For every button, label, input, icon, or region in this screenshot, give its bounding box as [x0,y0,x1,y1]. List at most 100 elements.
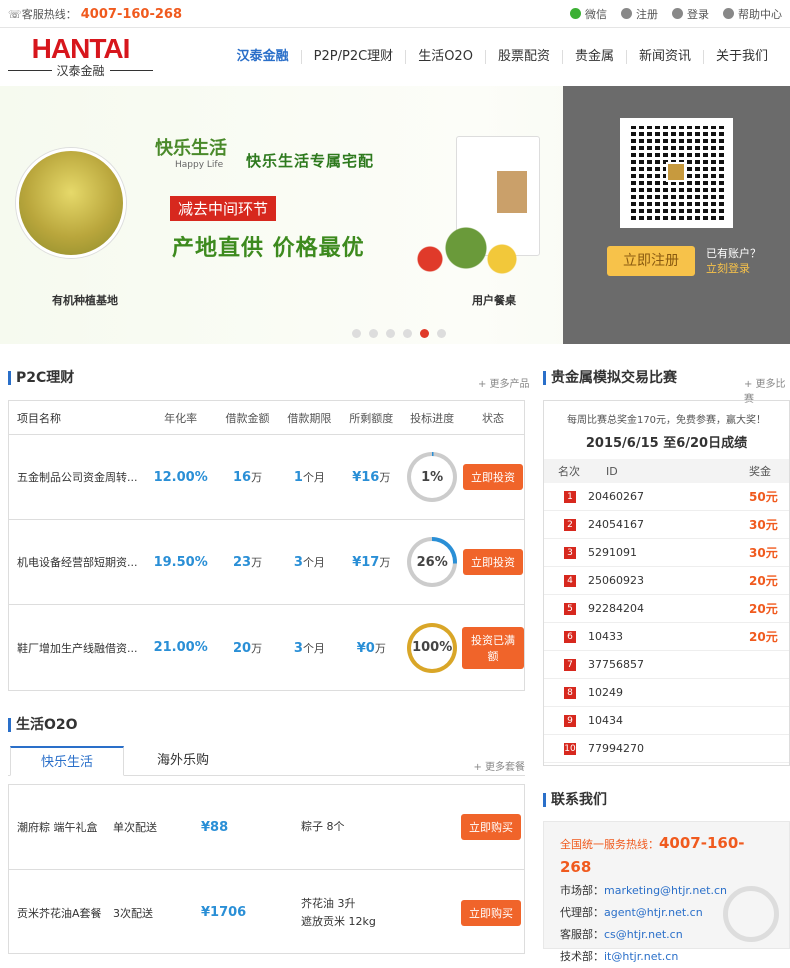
loan-term: 3个月 [278,554,340,570]
progress-cell: 26% [402,537,462,587]
package-content: 粽子 8个 [301,818,451,836]
contest-info: 每周比赛总奖金170元，免费参赛，赢大奖！ [566,415,767,426]
col-term: 借款期限 [287,411,332,425]
table-row[interactable]: 五金制品公司资金周转... 12.00% 16万 1个月 ¥16万 1% 立即投… [9,435,524,520]
phone-icon: ☏ [8,7,22,21]
nav-home[interactable]: 汉泰金融 [225,50,301,64]
email-link[interactable]: marketing@htjr.net.cn [604,884,727,897]
login-hint: 已有账户？ 立刻登录 [706,246,761,276]
col-rank: 名次 [558,465,580,478]
col-status: 状态 [482,411,505,425]
full-invested-button[interactable]: 投资已满额 [462,626,524,669]
help-link[interactable]: 帮助中心 [723,6,782,22]
table-row[interactable]: 机电设备经营部短期资... 19.50% 23万 3个月 ¥17万 26% 立即… [9,520,524,605]
term-unit: 个月 [302,641,325,655]
nav-o2o[interactable]: 生活O2O [405,50,485,64]
tab-overseas[interactable]: 海外乐购 [138,746,228,776]
email-link[interactable]: it@htjr.net.cn [604,950,678,963]
logo[interactable]: HANTAI 汉泰金融 [8,32,154,79]
carousel-dot[interactable] [403,329,412,338]
login-now-link[interactable]: 立刻登录 [706,261,761,276]
remain-value: ¥0 [356,640,375,656]
register-button[interactable]: 立即注册 [607,246,695,276]
carousel-dots [352,329,446,338]
banner[interactable]: 有机种植基地 快乐生活 Happy Life 快乐生活专属宅配 减去中间环节 产地… [0,86,790,344]
ranking-row: 10 77994270 [544,735,789,763]
table-row[interactable]: 鞋厂增加生产线融借资... 21.00% 20万 3个月 ¥0万 100% 投资… [9,605,524,690]
progress-text: 26% [411,541,454,583]
invest-button[interactable]: 立即投资 [463,549,524,575]
o2o-section-title: 生活O2O [8,718,78,732]
annual-rate: 21.00% [153,640,208,655]
nav-news[interactable]: 新闻资讯 [625,50,703,64]
buy-button[interactable]: 立即购买 [461,899,521,926]
annual-rate: 12.00% [153,469,208,485]
package-name[interactable]: 贡米芥花油A套餐 [9,905,113,921]
lock-icon [672,8,683,19]
progress-cell: 100% [402,622,462,673]
content-line: 芥花油 3升 [301,896,356,910]
list-item[interactable]: 贡米芥花油A套餐 3次配送 ¥1706 芥花油 3升 遮放贡米 12kg 立即购买 [9,870,524,955]
more-packages-link[interactable]: + 更多套餐 [473,758,525,773]
top-bar: ☏客服热线： 4007-160-268 微信 注册 登录 帮助中心 [0,0,790,28]
remain-unit: 万 [379,556,391,569]
tab-happy-life[interactable]: 快乐生活 [10,746,124,776]
col-amount: 借款金额 [225,411,270,425]
wechat-icon [570,8,581,19]
project-name[interactable]: 鞋厂增加生产线融借资... [9,640,145,656]
contact-hotline-label: 全国统一服务热线： [560,838,659,851]
status-cell: 立即投资 [462,464,524,490]
player-id: 10434 [588,714,623,727]
list-item[interactable]: 潮府粽 端午礼盒 单次配送 ¥88 粽子 8个 立即购买 [9,785,524,870]
amount-unit: 万 [251,471,263,484]
project-name[interactable]: 机电设备经营部短期资... [9,554,145,570]
term-value: 3 [293,640,303,656]
ranking-row: 8 10249 [544,679,789,707]
rank-badge: 8 [564,686,576,699]
logo-en: HANTAI [31,32,131,64]
nav-metal[interactable]: 贵金属 [561,50,626,64]
package-name[interactable]: 潮府粽 端午礼盒 [9,819,113,835]
nav-stock[interactable]: 股票配资 [484,50,562,64]
amount-value: 16 [233,470,252,485]
register-panel: 立即注册 已有账户？ 立刻登录 [563,86,790,344]
register-label: 注册 [636,7,658,21]
nav-p2p[interactable]: P2P/P2C理财 [300,50,406,64]
register-link[interactable]: 注册 [621,6,658,22]
carousel-dot[interactable] [437,329,446,338]
email-link[interactable]: agent@htjr.net.cn [604,906,703,919]
more-products-link[interactable]: + 更多产品 [478,375,530,390]
rank-badge: 5 [564,602,576,615]
carousel-dot[interactable] [386,329,395,338]
player-id: 92284204 [588,602,644,615]
banner-headline: 快乐生活专属宅配 [246,152,375,170]
ranking-row: 3 5291091 30元 [544,539,789,567]
ranking-row: 2 24054167 30元 [544,511,789,539]
carousel-dot-active[interactable] [420,329,429,338]
o2o-tabs: 快乐生活 海外乐购 + 更多套餐 [8,746,525,776]
amount-unit: 万 [251,641,263,655]
player-id: 24054167 [588,518,644,531]
login-link[interactable]: 登录 [672,6,709,22]
hotline-number: 4007-160-268 [80,6,183,22]
telephone-icon [723,886,779,942]
has-account-text: 已有账户？ [706,247,761,260]
wechat-link[interactable]: 微信 [570,6,607,22]
buy-button[interactable]: 立即购买 [461,814,521,840]
carousel-dot[interactable] [369,329,378,338]
col-id: ID [606,464,618,478]
carousel-dot[interactable] [352,329,361,338]
dept-label: 代理部： [560,906,604,919]
col-remain: 所剩额度 [349,411,394,425]
invest-button[interactable]: 立即投资 [463,464,524,490]
project-name[interactable]: 五金制品公司资金周转... [9,469,145,485]
nav-about[interactable]: 关于我们 [702,50,780,64]
content-line: 遮放贡米 12kg [301,914,376,928]
logo-line-right [109,69,154,71]
price: ¥88 [201,819,229,835]
progress-cell: 1% [402,452,462,502]
annual-rate: 19.50% [153,554,208,570]
email-link[interactable]: cs@htjr.net.cn [604,928,683,941]
contact-box: 全国统一服务热线：4007-160-268 市场部：marketing@htjr… [543,821,790,963]
contact-hotline: 全国统一服务热线：4007-160-268 [560,832,773,880]
